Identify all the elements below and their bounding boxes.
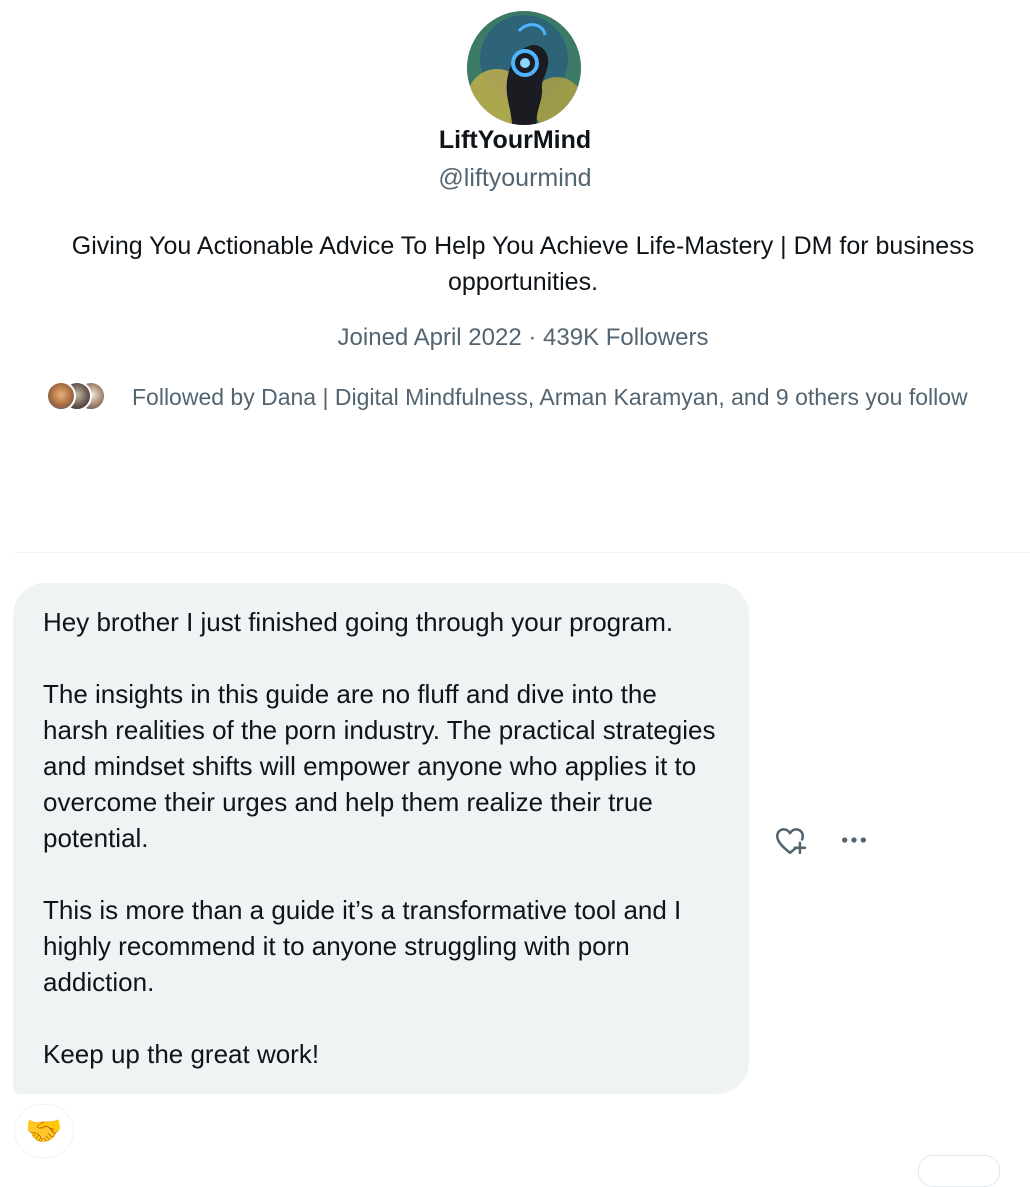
followed-by-avatars: [46, 379, 110, 415]
profile-meta: Joined April 2022 · 439K Followers: [0, 324, 1030, 352]
handshake-icon: 🤝: [25, 1114, 63, 1148]
message-reaction[interactable]: 🤝: [14, 1104, 74, 1158]
message-paragraph: The insights in this guide are no fluff …: [43, 679, 716, 853]
followed-by-row[interactable]: Followed by Dana | Digital Mindfulness, …: [46, 377, 968, 417]
message-paragraph: This is more than a guide it’s a transfo…: [43, 895, 682, 997]
more-options-button[interactable]: [834, 820, 874, 860]
profile-display-name: LiftYourMind: [438, 126, 592, 154]
message-paragraph: Keep up the great work!: [43, 1039, 320, 1069]
follower-avatar: [46, 381, 76, 411]
profile-avatar[interactable]: [467, 11, 581, 125]
partial-button[interactable]: [918, 1155, 1000, 1187]
followed-by-text[interactable]: Followed by Dana | Digital Mindfulness, …: [132, 384, 968, 411]
profile-handle: @liftyourmind: [438, 164, 592, 192]
more-icon: [842, 837, 866, 843]
followers-count-link[interactable]: 439K Followers: [543, 324, 708, 351]
section-divider: [14, 552, 1030, 553]
heart-plus-icon: [775, 828, 807, 855]
add-reaction-button[interactable]: [770, 820, 810, 860]
message-paragraph: Hey brother I just finished going throug…: [43, 607, 674, 637]
joined-date: Joined April 2022: [337, 324, 522, 351]
avatar-image: [467, 11, 581, 125]
profile-bio: Giving You Actionable Advice To Help You…: [71, 232, 975, 296]
message-bubble[interactable]: Hey brother I just finished going throug…: [13, 583, 749, 1094]
message-actions: [770, 820, 874, 860]
meta-separator: ·: [528, 324, 537, 351]
